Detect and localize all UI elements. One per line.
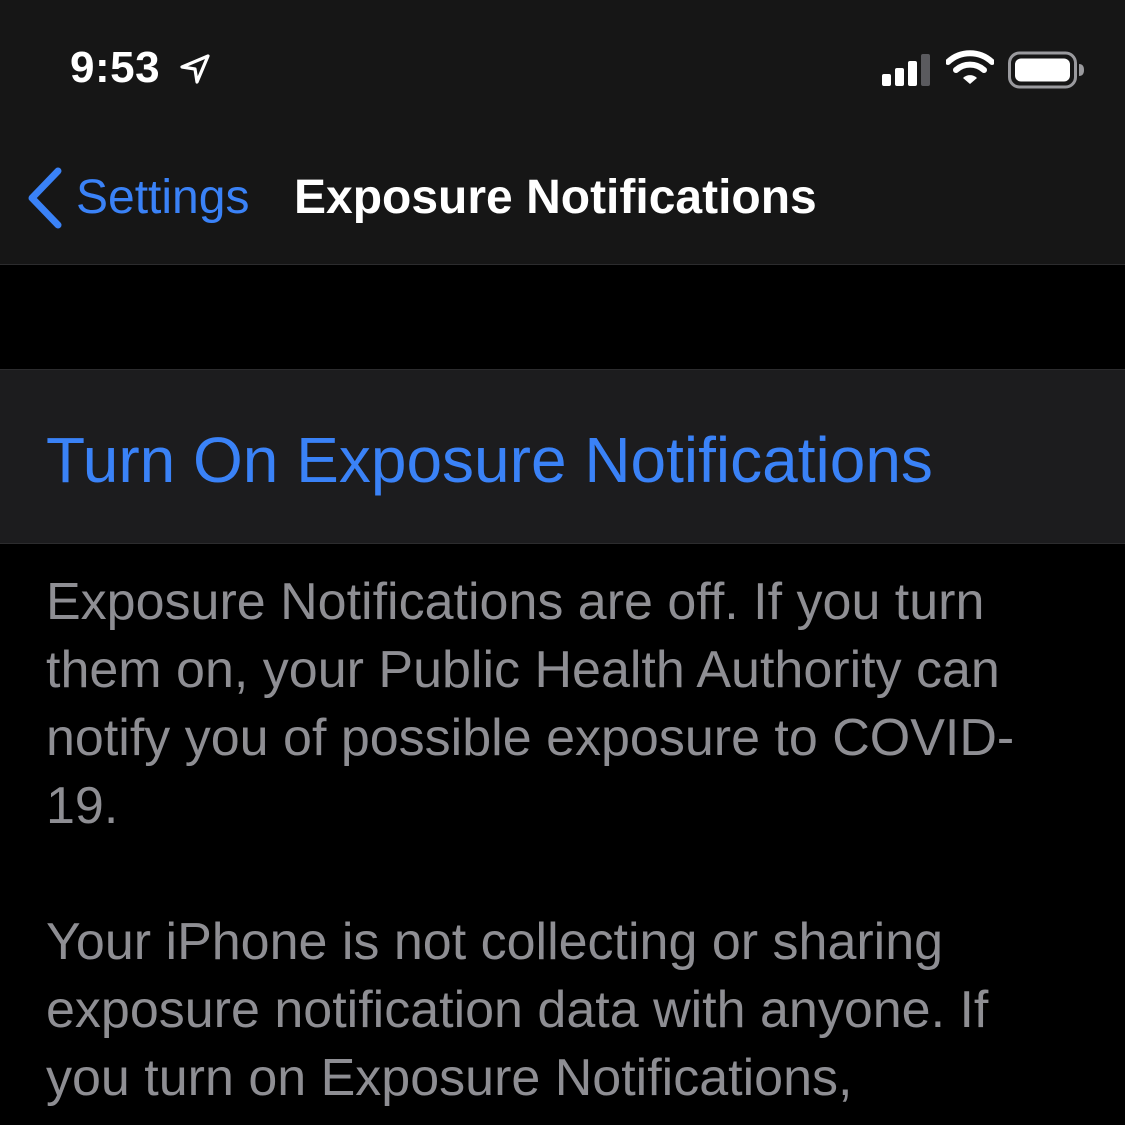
location-arrow-icon: [180, 54, 210, 84]
footer-paragraph-privacy: Your iPhone is not collecting or sharing…: [46, 913, 989, 1125]
footer-paragraph-status: Exposure Notifications are off. If you t…: [46, 573, 1015, 835]
chevron-left-icon: [28, 167, 62, 229]
status-bar-time: 9:53: [70, 43, 161, 92]
turn-on-exposure-notifications-button[interactable]: Turn On Exposure Notifications: [0, 369, 1125, 544]
back-button[interactable]: Settings: [22, 160, 249, 236]
footer-description: Exposure Notifications are off. If you t…: [46, 568, 1086, 1125]
battery-icon: [1008, 51, 1084, 89]
settings-screen: 9:53 Settings Exposure Notifications Tur…: [0, 0, 1125, 1125]
turn-on-button-label: Turn On Exposure Notifications: [46, 424, 933, 496]
wifi-icon: [946, 50, 994, 84]
page-title: Exposure Notifications: [294, 171, 817, 224]
cellular-signal-icon: [882, 54, 930, 86]
back-button-label: Settings: [76, 171, 250, 224]
navigation-header: 9:53 Settings Exposure Notifications: [0, 0, 1125, 265]
